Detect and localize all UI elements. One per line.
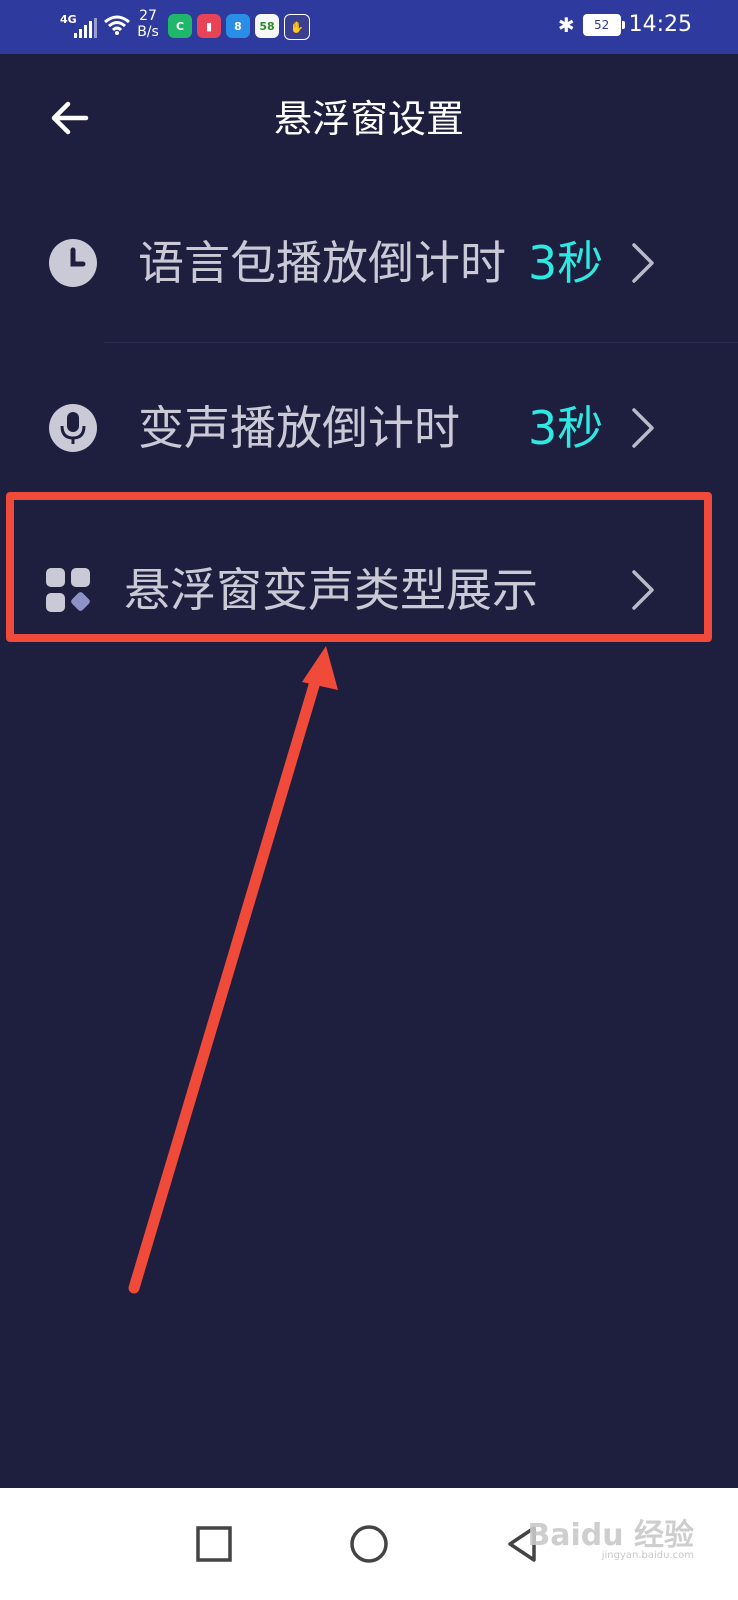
setting-label: 变声播放倒计时 [138,401,460,455]
clock-time: 14:25 [628,12,692,37]
speed-value: 27 [139,8,157,24]
baidu-watermark-url: jingyan.baidu.com [601,1550,694,1561]
setting-value: 3秒 [528,236,604,290]
microphone-icon [49,404,97,452]
battery-icon: 52 [582,13,625,36]
app-eight-icon: 8 [226,14,250,38]
notification-icons: C ▮ 8 58 ✋ [168,14,310,40]
app-book-icon: ▮ [197,14,221,38]
settings-row-voice-change-countdown[interactable]: 变声播放倒计时 3秒 [0,368,738,488]
app-green-icon: C [168,14,192,38]
bluetooth-icon: ✱ [557,12,575,37]
home-circle-icon[interactable] [345,1520,393,1568]
recent-apps-square-icon[interactable] [190,1520,238,1568]
app-hand-shield-icon: ✋ [284,14,310,40]
system-navigation-bar: Baidu 经验 jingyan.baidu.com [0,1488,738,1600]
chevron-right-icon [632,243,654,283]
baidu-watermark-logo: Baidu 经验 [527,1518,694,1553]
speed-unit: B/s [137,24,159,40]
battery-level: 52 [593,17,610,32]
page-title: 悬浮窗设置 [273,97,464,141]
chevron-right-icon [632,408,654,448]
wifi-icon [104,15,130,35]
settings-row-language-pack-countdown[interactable]: 语言包播放倒计时 3秒 [0,203,738,323]
status-bar: 4G 27 B/s C ▮ 8 58 ✋ ✱ 52 14:25 [0,0,738,54]
setting-value: 3秒 [528,401,604,455]
clock-icon [49,239,97,287]
setting-label: 语言包播放倒计时 [138,236,506,290]
row-divider [104,342,738,343]
app-58-icon: 58 [255,14,279,38]
cellular-signal-icon: 4G [60,14,100,40]
network-speed: 27 B/s [136,8,160,40]
annotation-highlight-box [6,492,712,642]
